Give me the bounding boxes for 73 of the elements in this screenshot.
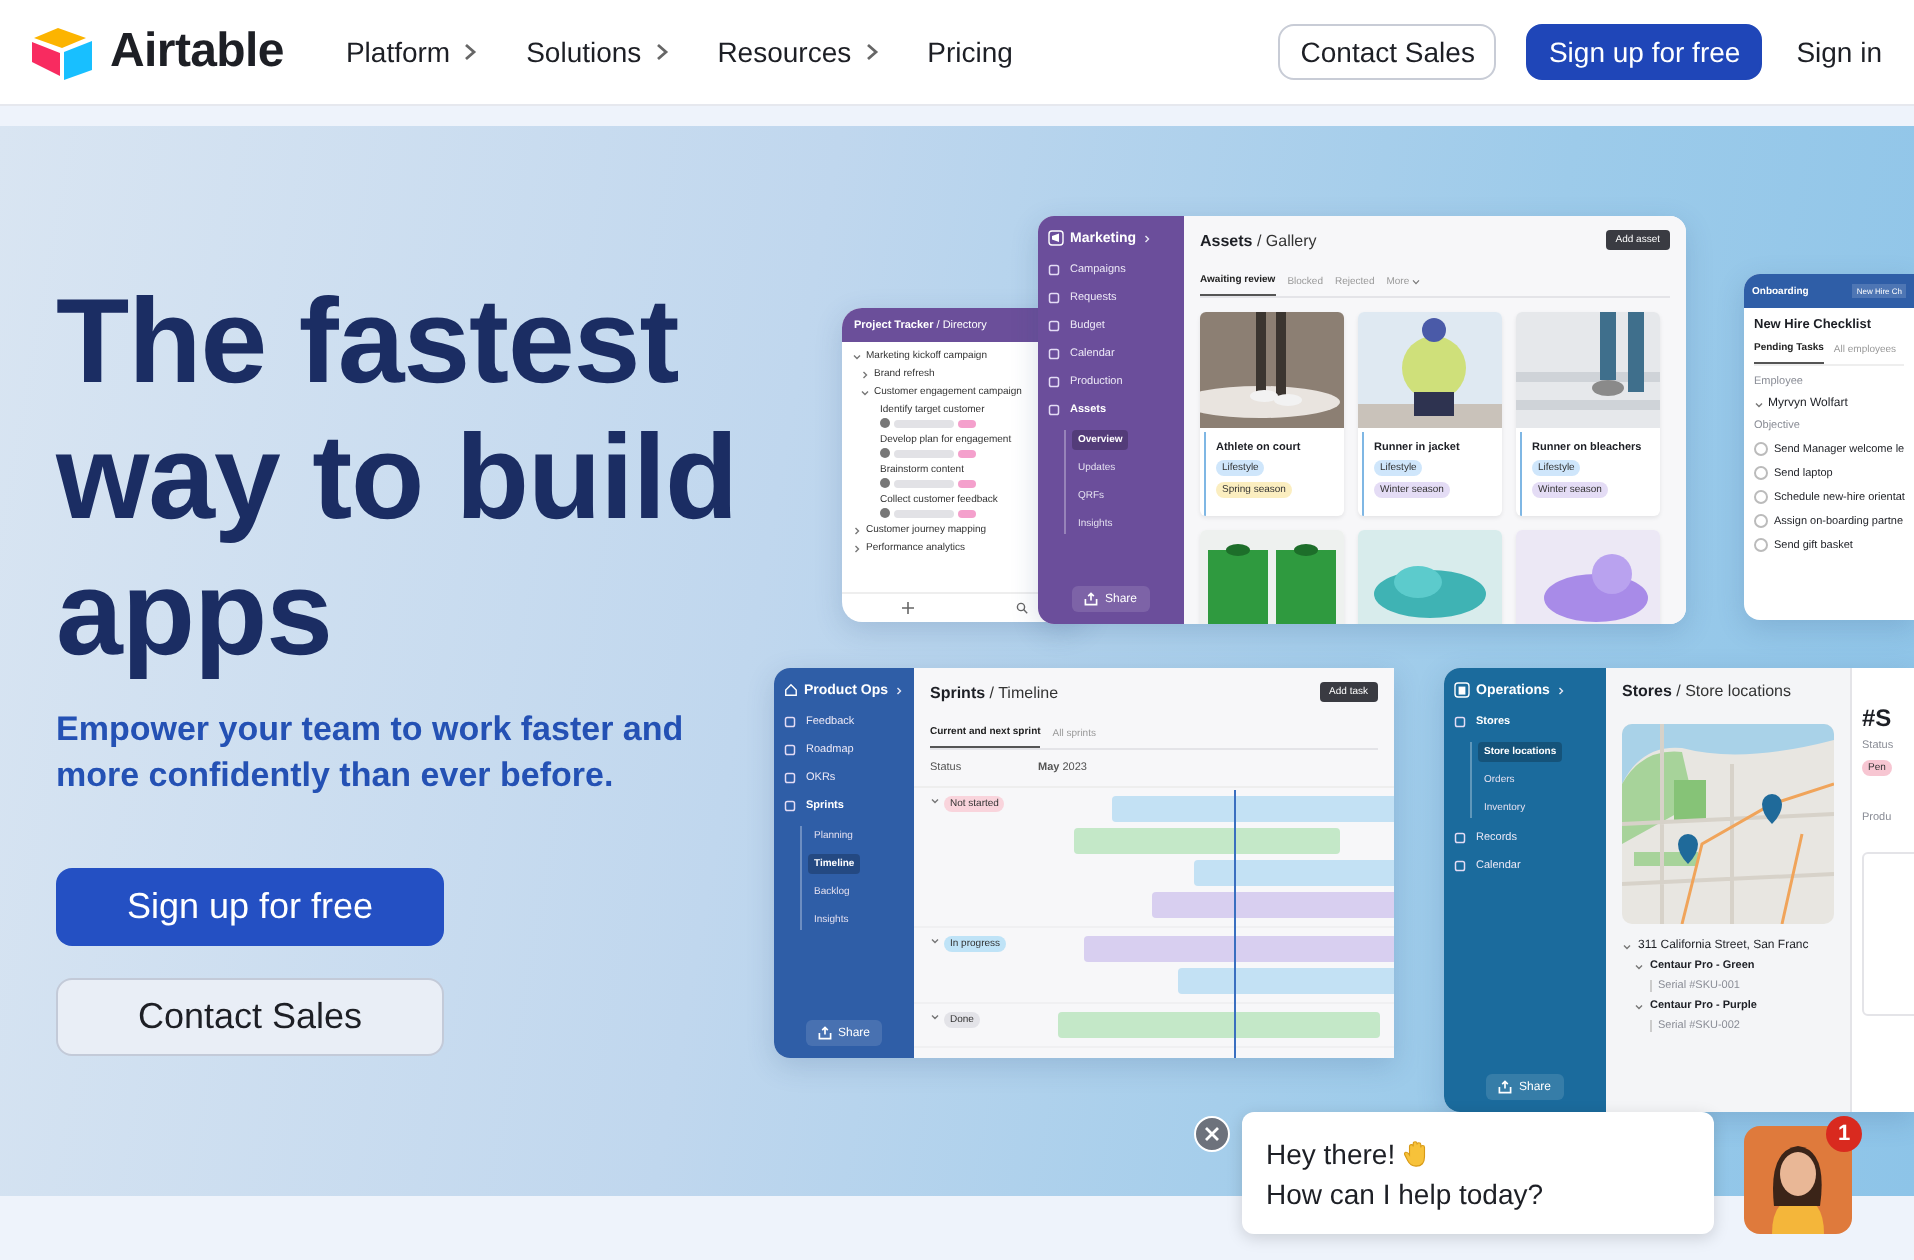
chevron-icon[interactable] — [852, 351, 862, 361]
contact-button[interactable]: Contact Sales — [1278, 24, 1497, 80]
agent-avatar[interactable] — [1744, 1126, 1852, 1234]
nav-link[interactable]: Resources — [717, 36, 880, 68]
close-icon — [1204, 1126, 1220, 1142]
hero-subtitle: Empower your team to work faster and more confidently than ever before. — [56, 708, 686, 798]
square-icon — [1454, 860, 1466, 872]
chevron-icon[interactable] — [860, 387, 870, 397]
chevron-icon[interactable] — [852, 525, 862, 535]
square-icon — [784, 716, 796, 728]
square-icon — [1048, 376, 1060, 388]
square-icon — [1048, 264, 1060, 276]
caret-icon — [1411, 277, 1420, 285]
breadcrumb: Assets / Gallery — [1200, 231, 1317, 249]
chat-message: Hey there! — [1266, 1136, 1396, 1174]
chevron-icon[interactable] — [860, 369, 870, 379]
square-icon — [1048, 404, 1060, 416]
add-icon[interactable] — [901, 602, 913, 614]
asset-card[interactable] — [1516, 530, 1660, 624]
tag-pill — [958, 449, 976, 457]
avatar-icon — [880, 478, 890, 488]
house-icon — [784, 682, 798, 698]
tag-pill — [958, 479, 976, 487]
chevron-icon — [462, 42, 479, 62]
square-icon — [1454, 832, 1466, 844]
avatar-icon — [880, 418, 890, 428]
share-icon — [1084, 592, 1099, 606]
chevron-icon[interactable] — [1754, 399, 1764, 409]
breadcrumb: Stores / Store locations — [1622, 682, 1791, 700]
search-icon[interactable] — [1015, 602, 1027, 614]
signup-button[interactable]: Sign up for free — [1526, 24, 1763, 80]
checkbox[interactable] — [1754, 538, 1768, 552]
asset-card[interactable] — [1200, 530, 1344, 624]
square-icon — [1454, 716, 1466, 728]
nav-link[interactable]: Pricing — [927, 36, 1013, 68]
breadcrumb: Sprints / Timeline — [930, 683, 1059, 701]
share-icon — [817, 1026, 832, 1040]
contact-button[interactable]: Contact Sales — [56, 978, 444, 1056]
square-icon — [784, 744, 796, 756]
chat-message: How can I help today? — [1266, 1176, 1544, 1214]
tag-pill — [958, 419, 976, 427]
square-icon — [1048, 292, 1060, 304]
record-title: #S — [1862, 704, 1892, 732]
checkbox[interactable] — [1754, 514, 1768, 528]
square-icon — [784, 800, 796, 812]
chevron-icon[interactable] — [930, 796, 940, 806]
brand-name[interactable]: Airtable — [110, 24, 284, 80]
checkbox[interactable] — [1754, 442, 1768, 456]
building-icon — [1454, 682, 1470, 698]
chevron-icon[interactable] — [1622, 941, 1632, 951]
nav-link[interactable]: Solutions — [526, 36, 670, 68]
checkbox[interactable] — [1754, 490, 1768, 504]
tag-pill — [958, 509, 976, 517]
chevron-icon[interactable] — [930, 1012, 940, 1022]
megaphone-icon — [1048, 230, 1064, 246]
share-icon — [1498, 1080, 1513, 1094]
square-icon — [1048, 348, 1060, 360]
avatar-icon — [880, 508, 890, 518]
chevron-icon[interactable] — [930, 936, 940, 946]
nav-link[interactable]: Platform — [345, 36, 479, 68]
signup-button[interactable]: Sign up for free — [56, 868, 444, 946]
chevron-icon[interactable] — [1634, 961, 1644, 971]
logo-icon — [30, 25, 96, 79]
hero-title: The fastest way to build apps — [56, 274, 740, 682]
checkbox[interactable] — [1754, 466, 1768, 480]
sign-in-link[interactable]: Sign in — [1792, 26, 1886, 78]
chevron-icon — [653, 42, 670, 62]
chevron-icon[interactable] — [1634, 1001, 1644, 1011]
square-icon — [1048, 320, 1060, 332]
square-icon — [784, 772, 796, 784]
chevron-icon — [863, 42, 880, 62]
avatar-icon — [880, 448, 890, 458]
chevron-icon[interactable] — [852, 543, 862, 553]
